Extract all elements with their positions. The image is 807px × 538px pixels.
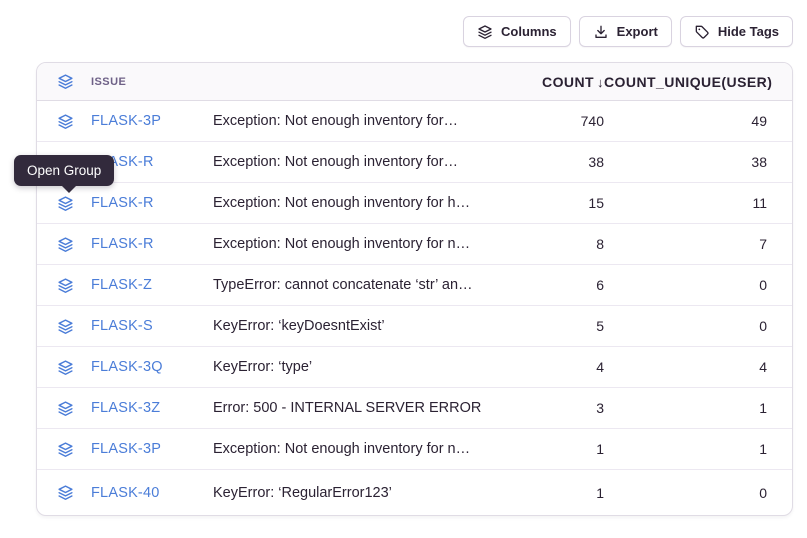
hide-tags-button-label: Hide Tags xyxy=(718,24,779,39)
results-table: ISSUE COUNT↓ COUNT_UNIQUE(USER) FLASK-3P… xyxy=(36,62,793,516)
open-group-layers-icon[interactable] xyxy=(57,484,74,501)
issue-link[interactable]: FLASK-Z xyxy=(91,277,213,293)
issue-link[interactable]: FLASK-40 xyxy=(91,485,213,501)
count-value: 4 xyxy=(494,359,604,375)
table-row[interactable]: FLASK-40 KeyError: ‘RegularError123’ 1 0 xyxy=(37,470,792,515)
columns-button[interactable]: Columns xyxy=(463,16,571,47)
table-row[interactable]: FLASK-3P Exception: Not enough inventory… xyxy=(37,429,792,470)
issue-title: Error: 500 - INTERNAL SERVER ERROR xyxy=(213,400,494,416)
sort-descending-icon: ↓ xyxy=(597,75,604,90)
open-group-layers-icon[interactable] xyxy=(57,400,74,417)
issue-title: TypeError: cannot concatenate ‘str’ an… xyxy=(213,277,494,293)
count-value: 1 xyxy=(494,441,604,457)
open-group-layers-icon[interactable] xyxy=(57,441,74,458)
count-value: 5 xyxy=(494,318,604,334)
open-group-layers-icon[interactable] xyxy=(57,318,74,335)
open-group-layers-icon[interactable] xyxy=(57,113,74,130)
issue-title: Exception: Not enough inventory for… xyxy=(213,113,494,129)
download-icon xyxy=(593,24,609,40)
table-row[interactable]: FLASK-3Q KeyError: ‘type’ 4 4 xyxy=(37,347,792,388)
column-header-count[interactable]: COUNT↓ xyxy=(494,74,604,90)
layers-icon xyxy=(477,24,493,40)
row-icon-cell xyxy=(51,400,91,417)
issue-link[interactable]: FLASK-S xyxy=(91,318,213,334)
issue-link[interactable]: FLASK-R xyxy=(91,195,213,211)
table-row[interactable]: FLASK-R Exception: Not enough inventory … xyxy=(37,142,792,183)
issue-title: Exception: Not enough inventory for h… xyxy=(213,195,494,211)
table-row[interactable]: FLASK-R Exception: Not enough inventory … xyxy=(37,183,792,224)
count-unique-value: 1 xyxy=(604,441,767,457)
export-button[interactable]: Export xyxy=(579,16,672,47)
row-icon-cell xyxy=(51,236,91,253)
count-value: 740 xyxy=(494,113,604,129)
row-icon-cell xyxy=(51,359,91,376)
issue-title: Exception: Not enough inventory for n… xyxy=(213,236,494,252)
count-value: 1 xyxy=(494,485,604,501)
count-unique-value: 0 xyxy=(604,277,767,293)
table-row[interactable]: FLASK-S KeyError: ‘keyDoesntExist’ 5 0 xyxy=(37,306,792,347)
columns-button-label: Columns xyxy=(501,24,557,39)
open-group-layers-icon[interactable] xyxy=(57,359,74,376)
count-unique-value: 1 xyxy=(604,400,767,416)
issue-link[interactable]: FLASK-3Z xyxy=(91,400,213,416)
issue-link[interactable]: FLASK-3P xyxy=(91,113,213,129)
header-layers-icon-cell xyxy=(51,73,91,90)
issue-title: Exception: Not enough inventory for… xyxy=(213,154,494,170)
column-header-issue[interactable]: ISSUE xyxy=(91,76,213,88)
hide-tags-button[interactable]: Hide Tags xyxy=(680,16,793,47)
table-header: ISSUE COUNT↓ COUNT_UNIQUE(USER) xyxy=(37,63,792,101)
open-group-layers-icon[interactable] xyxy=(57,195,74,212)
tag-icon xyxy=(694,24,710,40)
row-icon-cell xyxy=(51,318,91,335)
table-row[interactable]: FLASK-Z TypeError: cannot concatenate ‘s… xyxy=(37,265,792,306)
issue-link[interactable]: FLASK-R xyxy=(91,236,213,252)
count-value: 3 xyxy=(494,400,604,416)
row-icon-cell xyxy=(51,113,91,130)
issue-title: KeyError: ‘keyDoesntExist’ xyxy=(213,318,494,334)
open-group-tooltip: Open Group xyxy=(14,155,114,186)
count-unique-value: 7 xyxy=(604,236,767,252)
count-value: 6 xyxy=(494,277,604,293)
open-group-layers-icon[interactable] xyxy=(57,277,74,294)
toolbar: Columns Export Hide Tags xyxy=(463,16,793,47)
row-icon-cell xyxy=(51,441,91,458)
issue-title: KeyError: ‘type’ xyxy=(213,359,494,375)
issue-title: KeyError: ‘RegularError123’ xyxy=(213,485,494,501)
count-header-label: COUNT xyxy=(542,74,594,90)
count-unique-value: 38 xyxy=(604,154,767,170)
row-icon-cell xyxy=(51,484,91,501)
count-unique-value: 11 xyxy=(604,195,767,211)
layers-icon xyxy=(57,73,74,90)
issue-title: Exception: Not enough inventory for n… xyxy=(213,441,494,457)
row-icon-cell xyxy=(51,277,91,294)
column-header-count-unique[interactable]: COUNT_UNIQUE(USER) xyxy=(604,74,767,90)
export-button-label: Export xyxy=(617,24,658,39)
count-value: 8 xyxy=(494,236,604,252)
count-value: 38 xyxy=(494,154,604,170)
issue-link[interactable]: FLASK-3P xyxy=(91,441,213,457)
count-unique-value: 0 xyxy=(604,485,767,501)
open-group-layers-icon[interactable] xyxy=(57,236,74,253)
issue-link[interactable]: FLASK-3Q xyxy=(91,359,213,375)
table-row[interactable]: FLASK-R Exception: Not enough inventory … xyxy=(37,224,792,265)
count-unique-value: 49 xyxy=(604,113,767,129)
count-value: 15 xyxy=(494,195,604,211)
count-unique-value: 0 xyxy=(604,318,767,334)
table-body: FLASK-3P Exception: Not enough inventory… xyxy=(37,101,792,515)
tooltip-label: Open Group xyxy=(27,163,101,178)
table-row[interactable]: FLASK-3Z Error: 500 - INTERNAL SERVER ER… xyxy=(37,388,792,429)
row-icon-cell xyxy=(51,195,91,212)
count-unique-value: 4 xyxy=(604,359,767,375)
table-row[interactable]: FLASK-3P Exception: Not enough inventory… xyxy=(37,101,792,142)
